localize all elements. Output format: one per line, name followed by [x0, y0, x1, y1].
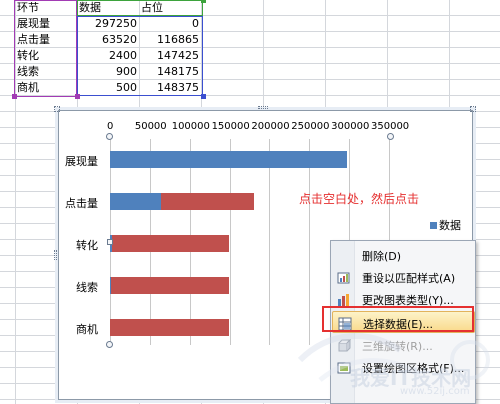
category-label: 展现量	[65, 155, 98, 168]
chart-resize-handle[interactable]	[54, 250, 57, 260]
x-tick-label: 50000	[134, 121, 167, 132]
menu-item-label: 删除(D)	[362, 250, 402, 263]
bar-offset[interactable]	[160, 193, 254, 210]
x-tick-label: 350000	[371, 121, 410, 132]
category-range[interactable]	[14, 0, 77, 97]
chart-resize-handle[interactable]	[258, 106, 268, 109]
chart-resize-handle[interactable]	[470, 106, 476, 112]
range-resize-handle[interactable]	[75, 94, 80, 99]
menu-item-delete[interactable]: 删除(D)	[332, 244, 475, 266]
gridline	[309, 139, 311, 345]
series-name-range[interactable]	[77, 0, 203, 16]
category-label: 点击量	[65, 197, 98, 210]
range-resize-handle[interactable]	[12, 94, 17, 99]
legend-key[interactable]	[430, 222, 437, 229]
x-tick-label: 0	[107, 121, 114, 132]
plot-selection-handle[interactable]	[106, 133, 113, 140]
gridline	[229, 139, 231, 345]
legend-label[interactable]: 数据	[439, 217, 461, 233]
reset-style-icon	[337, 270, 351, 284]
annotation-text: 点击空白处，然后点击	[299, 192, 420, 206]
plot-selection-handle[interactable]	[106, 341, 113, 348]
x-tick-label: 100000	[171, 121, 210, 132]
bar-data[interactable]	[110, 151, 347, 168]
menu-item-reset-style[interactable]: 重设以匹配样式(A)	[332, 266, 475, 288]
plot-selection-handle[interactable]	[107, 239, 113, 245]
range-resize-handle[interactable]	[201, 94, 206, 99]
watermark-url: www.52ij.com	[400, 386, 470, 397]
watermark: 我爱IT技术网 www.52ij.com	[290, 320, 500, 404]
x-tick-label: 150000	[211, 121, 250, 132]
bar-data[interactable]	[110, 193, 161, 210]
menu-item-label: 重设以匹配样式(A)	[362, 272, 456, 285]
x-tick-label: 200000	[251, 121, 290, 132]
category-label: 商机	[76, 323, 98, 336]
range-resize-handle[interactable]	[201, 0, 206, 3]
bar-offset[interactable]	[110, 277, 229, 294]
values-range[interactable]	[77, 16, 203, 96]
x-tick-label: 300000	[331, 121, 370, 132]
category-label: 转化	[76, 239, 98, 252]
chart-type-icon	[337, 292, 351, 306]
x-tick-label: 250000	[291, 121, 330, 132]
bar-offset[interactable]	[110, 319, 229, 336]
chart-resize-handle[interactable]	[54, 106, 60, 112]
bar-offset[interactable]	[111, 235, 230, 252]
gridline	[269, 139, 271, 345]
plot-selection-handle[interactable]	[387, 133, 394, 140]
category-label: 线索	[76, 281, 98, 294]
